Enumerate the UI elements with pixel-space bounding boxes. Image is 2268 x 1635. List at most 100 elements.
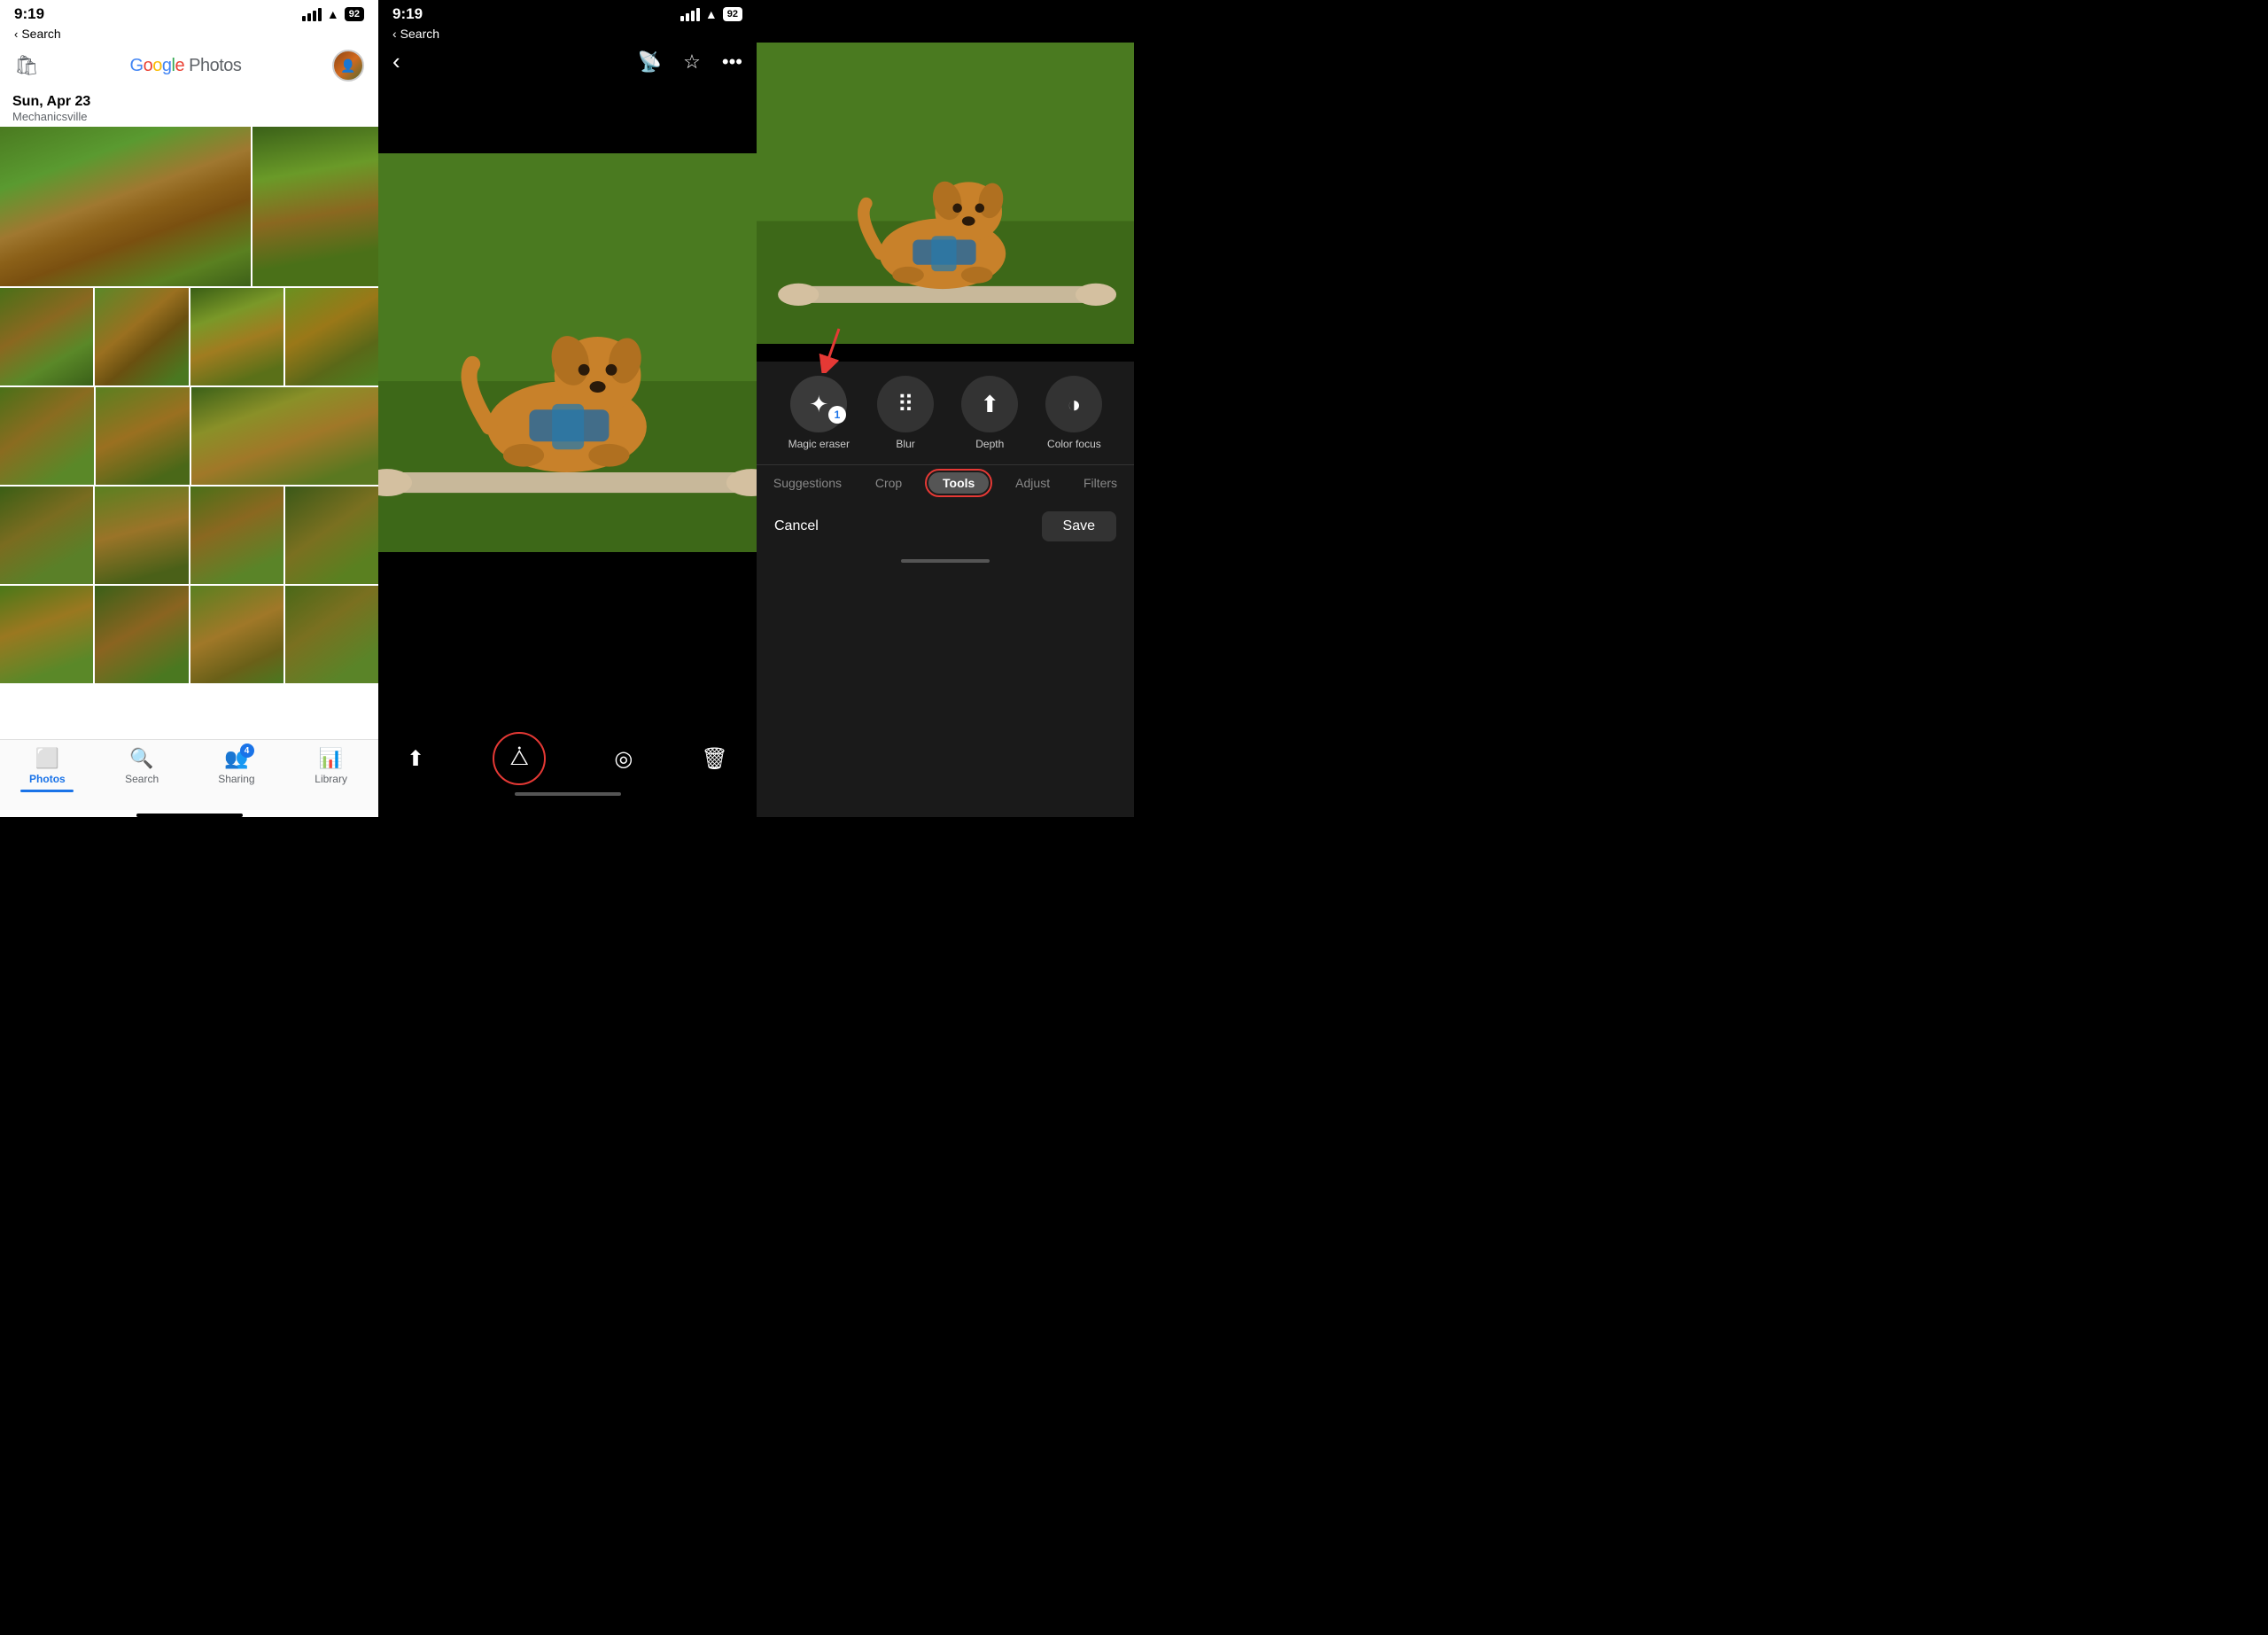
viewer-toolbar: ‹ 📡 ☆ •••: [378, 44, 757, 82]
nav-sharing[interactable]: 👥 4 Sharing: [190, 747, 284, 792]
tab-tools[interactable]: Tools: [928, 472, 989, 494]
viewer-bottom-actions: ⬆ ⧊ ◎ 🗑: [378, 732, 757, 785]
eraser-icon: ✦: [809, 391, 828, 418]
viewer-back-chevron-icon: ‹: [392, 27, 397, 41]
battery-indicator: 92: [345, 7, 364, 21]
blur-label: Blur: [896, 438, 914, 450]
list-item[interactable]: [95, 288, 188, 385]
tab-crop[interactable]: Crop: [868, 472, 909, 494]
viewer-back-bar[interactable]: ‹ Search: [378, 25, 757, 44]
viewer-back-button[interactable]: ‹: [392, 48, 400, 75]
edit-status-bar: [757, 0, 1134, 25]
date-label: Sun, Apr 23 Mechanicsville: [0, 89, 378, 127]
list-item[interactable]: [0, 586, 93, 683]
list-item[interactable]: [285, 487, 378, 584]
list-item[interactable]: [0, 487, 93, 584]
edit-home-indicator: [901, 559, 990, 563]
search-icon: 🔍: [129, 747, 153, 770]
list-item[interactable]: [190, 586, 284, 683]
edit-button[interactable]: ⧊: [493, 732, 546, 785]
nav-library[interactable]: 📊 Library: [284, 747, 378, 792]
lens-icon[interactable]: ◎: [614, 746, 633, 772]
edit-photo-area: [757, 25, 1134, 362]
tab-suggestions[interactable]: Suggestions: [766, 472, 849, 494]
viewer-status-icons: ▲ 92: [680, 7, 742, 21]
grid-row: [0, 288, 378, 385]
delete-icon[interactable]: 🗑: [702, 746, 728, 772]
shop-icon[interactable]: 🛍: [14, 54, 39, 77]
viewer-status-bar: 9:19 ▲ 92: [378, 0, 757, 25]
photos-label: Photos: [29, 773, 66, 785]
list-item[interactable]: [191, 387, 379, 485]
list-item[interactable]: [252, 127, 378, 286]
share-icon[interactable]: ⬆: [407, 746, 424, 772]
favorite-icon[interactable]: ☆: [683, 51, 701, 74]
depth-tool[interactable]: ⬆ Depth: [961, 376, 1018, 450]
library-label: Library: [315, 773, 347, 785]
app-header: 🛍 Google Photos 👤: [0, 44, 378, 89]
nav-search[interactable]: 🔍 Search: [95, 747, 190, 792]
library-icon: 📊: [319, 747, 343, 770]
back-bar[interactable]: ‹ Search: [0, 25, 378, 44]
photo-grid: [0, 127, 378, 739]
main-photo[interactable]: [378, 153, 757, 552]
active-indicator: [20, 790, 74, 792]
cast-icon[interactable]: 📡: [638, 51, 662, 74]
nav-photos[interactable]: ⬜ Photos: [0, 747, 95, 792]
viewer-wifi-icon: ▲: [705, 7, 718, 21]
depth-label: Depth: [975, 438, 1004, 450]
magic-eraser-badge: 1: [828, 406, 846, 424]
sharing-label: Sharing: [218, 773, 254, 785]
list-item[interactable]: [285, 586, 378, 683]
list-item[interactable]: [95, 586, 188, 683]
list-item[interactable]: [285, 288, 378, 385]
depth-icon: ⬆: [980, 391, 999, 418]
cancel-button[interactable]: Cancel: [774, 518, 819, 534]
magic-eraser-label: Magic eraser: [788, 438, 850, 450]
tab-filters[interactable]: Filters: [1076, 472, 1124, 494]
app-logo: Google Photos: [130, 56, 242, 76]
list-item[interactable]: [95, 487, 188, 584]
bottom-nav: ⬜ Photos 🔍 Search 👥 4 Sharing 📊 Library: [0, 739, 378, 810]
list-item[interactable]: [0, 387, 94, 485]
avatar[interactable]: 👤: [332, 50, 364, 82]
more-options-icon[interactable]: •••: [722, 51, 742, 74]
list-item[interactable]: [190, 487, 284, 584]
viewer-bottom: ⬆ ⧊ ◎ 🗑: [378, 721, 757, 817]
save-button[interactable]: Save: [1042, 511, 1116, 541]
photo-svg: [378, 153, 757, 552]
edit-actions: Cancel Save: [757, 501, 1134, 552]
blur-circle: ⠿: [877, 376, 934, 432]
viewer-black-bottom: [378, 552, 757, 721]
viewer-signal-icon: [680, 8, 700, 21]
grid-row: [0, 586, 378, 683]
edit-main-photo: [757, 43, 1134, 344]
color-focus-tool[interactable]: ◑ Color focus: [1045, 376, 1102, 450]
tab-adjust[interactable]: Adjust: [1008, 472, 1057, 494]
search-label: Search: [125, 773, 159, 785]
sharing-badge-wrap: 👥 4: [224, 747, 248, 770]
viewer-black-top: [378, 82, 757, 153]
list-item[interactable]: [0, 127, 251, 286]
status-icons: ▲ 92: [302, 7, 364, 21]
viewer-home-indicator: [515, 792, 621, 796]
sliders-icon: ⧊: [510, 746, 529, 771]
home-indicator: [136, 814, 243, 817]
edit-photo-svg: [757, 43, 1134, 344]
viewer-status-time: 9:19: [392, 5, 423, 23]
list-item[interactable]: [0, 288, 93, 385]
magic-eraser-tool[interactable]: ✦ 1 Magic eraser: [788, 376, 850, 450]
depth-circle: ⬆: [961, 376, 1018, 432]
color-focus-label: Color focus: [1047, 438, 1101, 450]
blur-tool[interactable]: ⠿ Blur: [877, 376, 934, 450]
status-bar: 9:19 ▲ 92: [0, 0, 378, 25]
grid-row: [0, 487, 378, 584]
viewer-actions: 📡 ☆ •••: [638, 51, 742, 74]
location-text: Mechanicsville: [12, 110, 366, 123]
list-item[interactable]: [190, 288, 284, 385]
tools-section: ✦ 1 Magic eraser ⠿ Blur ⬆ Depth: [757, 362, 1134, 817]
wifi-icon: ▲: [327, 7, 339, 21]
magic-eraser-circle: ✦: [790, 376, 847, 432]
list-item[interactable]: [96, 387, 190, 485]
viewer-panel: 9:19 ▲ 92 ‹ Search ‹ 📡 ☆ •••: [378, 0, 757, 817]
